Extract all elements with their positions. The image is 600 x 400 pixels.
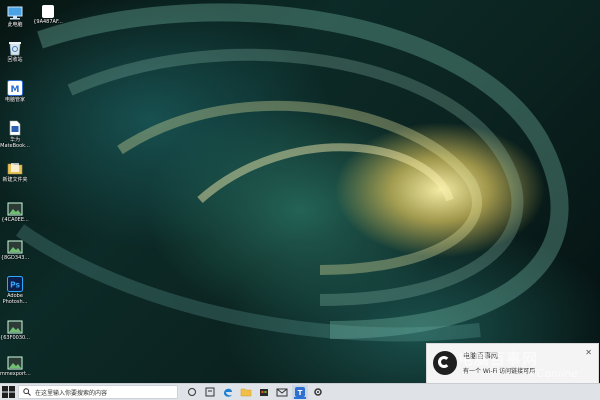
desktop-icon-label: 华为 MateBook...	[0, 137, 30, 149]
edge-button[interactable]	[220, 385, 236, 399]
desktop-icon-label: mmexport...	[0, 371, 31, 377]
desktop-icon-new-folder[interactable]: 新建文件夹	[0, 160, 30, 183]
desktop-icon-label: 新建文件夹	[2, 177, 28, 183]
desktop-icon-label: {63F0030...	[0, 335, 30, 341]
file-explorer-button[interactable]	[238, 385, 254, 399]
taskbar-search-box[interactable]: 在这里输入你要搜索的内容	[18, 385, 178, 399]
svg-text:M: M	[11, 85, 20, 95]
svg-text:T: T	[298, 389, 303, 397]
taskbar-app-button[interactable]	[202, 385, 218, 399]
folder-icon	[240, 388, 252, 397]
desktop-icon-photoshop[interactable]: Ps Adobe Photosh...	[0, 276, 30, 305]
desktop-icon-recycle-bin[interactable]: 回收站	[0, 40, 30, 63]
app-icon: T	[295, 387, 305, 397]
search-placeholder: 在这里输入你要搜索的内容	[35, 390, 108, 397]
mail-button[interactable]	[274, 385, 290, 399]
document-icon	[9, 120, 21, 136]
task-view-button[interactable]	[184, 385, 200, 399]
gear-icon	[314, 388, 322, 396]
store-button[interactable]	[256, 385, 272, 399]
image-file-icon	[7, 240, 23, 254]
desktop-icon-label: 回收站	[7, 57, 23, 63]
desktop-icon-label: 此电脑	[7, 22, 23, 28]
desktop-icon-file[interactable]: {9A487AF...	[33, 5, 63, 25]
image-file-icon	[7, 202, 23, 216]
wallpaper-swirl	[15, 3, 569, 342]
this-pc-icon	[7, 6, 23, 20]
blank-file-icon	[42, 5, 54, 18]
recycle-bin-icon	[9, 42, 21, 56]
desktop-icon-matebook-doc[interactable]: 华为 MateBook...	[0, 120, 30, 149]
desktop-icon-image-2[interactable]: {8GD343...	[0, 240, 30, 261]
desktop-icon-image-1[interactable]: {4CA0EE...	[0, 202, 30, 223]
folder-icon	[7, 163, 23, 175]
desktop-icon-image-4[interactable]: mmexport...	[0, 356, 31, 377]
windows-start-icon[interactable]	[2, 386, 15, 398]
desktop-icon-label: Adobe Photosh...	[2, 293, 28, 305]
desktop-icon-label: {9A487AF...	[33, 19, 63, 25]
desktop-icon-label: {4CA0EE...	[1, 217, 29, 223]
desktop-icon-label: {8GD343...	[0, 255, 30, 261]
photoshop-icon: Ps	[7, 276, 23, 292]
svg-text:Ps: Ps	[10, 281, 20, 290]
pc-manager-icon: M	[7, 80, 23, 96]
desktop-wallpaper: {9A487AF... 此电脑 回收站 M 电脑管家 华为 MateBook..…	[0, 0, 600, 383]
settings-button[interactable]	[310, 385, 326, 399]
app-icon	[205, 387, 215, 397]
task-view-icon	[188, 388, 196, 396]
image-file-icon	[7, 356, 23, 370]
desktop-icon-image-3[interactable]: {63F0030...	[0, 320, 30, 341]
notification-app-icon	[433, 351, 457, 375]
mail-icon	[276, 388, 288, 397]
store-icon	[260, 389, 268, 396]
desktop-icon-pc-manager[interactable]: M 电脑管家	[0, 80, 30, 103]
taskbar: 在这里输入你要搜索的内容 T	[0, 383, 600, 400]
active-app-button[interactable]: T	[292, 385, 308, 399]
notification-close-button[interactable]: ✕	[585, 348, 592, 357]
edge-icon	[224, 388, 232, 397]
desktop-icon-this-pc[interactable]: 此电脑	[0, 5, 30, 28]
image-file-icon	[7, 320, 23, 334]
desktop-icon-label: 电脑管家	[4, 97, 25, 103]
search-icon	[23, 388, 31, 396]
watermark-text: 电脑百事网	[458, 350, 539, 368]
watermark-brand: PConline	[530, 367, 578, 380]
